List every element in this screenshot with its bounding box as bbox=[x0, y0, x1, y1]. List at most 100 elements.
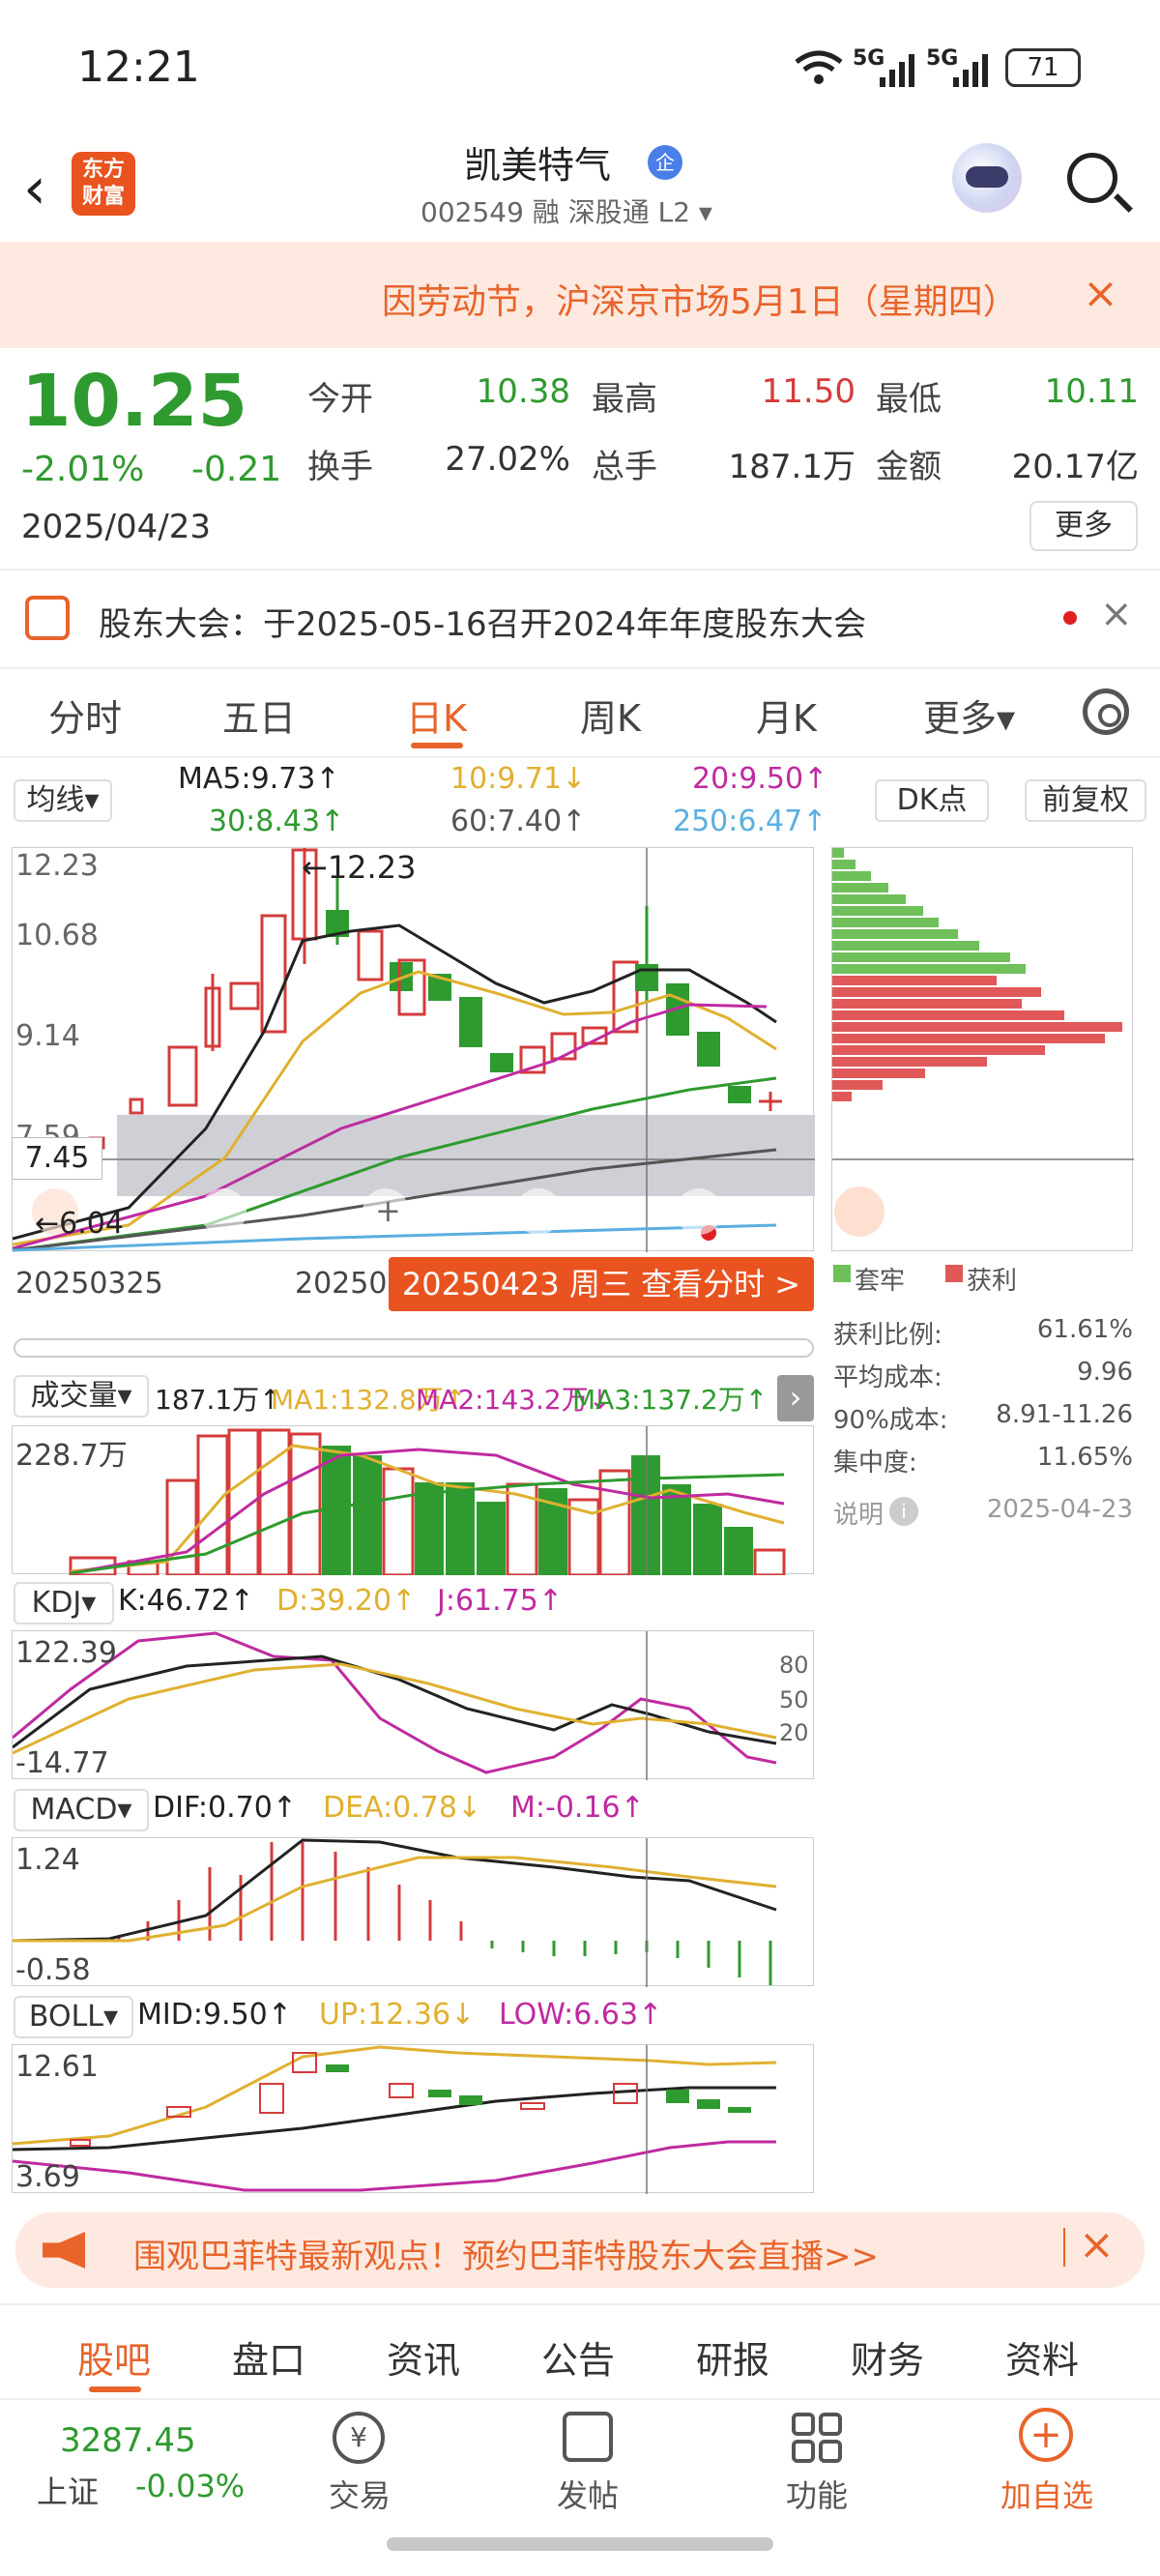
kdj-y-min: -14.77 bbox=[15, 1746, 109, 1780]
home-indicator[interactable] bbox=[387, 2537, 773, 2551]
function-icon[interactable] bbox=[791, 2412, 843, 2468]
back-button[interactable]: ‹ bbox=[23, 155, 46, 222]
add-watchlist-icon[interactable]: + bbox=[1019, 2408, 1073, 2462]
view-intraday-tooltip[interactable]: 20250423 周三 查看分时 > bbox=[389, 1257, 814, 1311]
macd-select[interactable]: MACD▾ bbox=[14, 1789, 149, 1831]
kline-y-3: 9.14 bbox=[15, 1019, 80, 1053]
date-start: 20250325 bbox=[15, 1267, 163, 1301]
kline-scrollbar[interactable] bbox=[14, 1338, 814, 1358]
scroll-right-icon[interactable] bbox=[676, 1188, 722, 1235]
tab-news[interactable]: 资讯 bbox=[387, 2330, 460, 2384]
vol-ma3-label: MA3:137.2万↑ bbox=[572, 1384, 768, 1416]
change-amount: -0.21 bbox=[191, 450, 282, 489]
chip-avg-cost-label: 平均成本: bbox=[833, 1363, 942, 1392]
chip-svg bbox=[832, 848, 1134, 1237]
function-label[interactable]: 功能 bbox=[767, 2472, 867, 2516]
ma-select[interactable]: 均线▾ bbox=[14, 779, 112, 822]
scroll-left-icon[interactable] bbox=[515, 1188, 562, 1235]
tab-five-day[interactable]: 五日 bbox=[222, 688, 296, 742]
search-icon[interactable] bbox=[1067, 153, 1117, 203]
tab-financials[interactable]: 财务 bbox=[851, 2330, 924, 2384]
plus-glyph: + bbox=[375, 1192, 401, 1229]
trade-label[interactable]: 交易 bbox=[309, 2472, 410, 2516]
turnover-value: 27.02% bbox=[445, 440, 570, 479]
notice-close-icon[interactable]: × bbox=[1083, 269, 1118, 318]
signal-icon-1 bbox=[878, 50, 916, 93]
unread-dot bbox=[1063, 611, 1077, 625]
tab-profile[interactable]: 资料 bbox=[1005, 2330, 1079, 2384]
boll-select[interactable]: BOLL▾ bbox=[14, 1996, 133, 2038]
legend-trapped-swatch bbox=[833, 1265, 851, 1282]
add-watchlist-label[interactable]: 加自选 bbox=[984, 2472, 1110, 2516]
boll-low-label: LOW:6.63↑ bbox=[499, 1998, 663, 2032]
kdj-d-label: D:39.20↑ bbox=[276, 1584, 417, 1618]
meeting-notice-text[interactable]: 股东大会：于2025-05-16召开2024年年度股东大会 bbox=[99, 598, 866, 645]
kdj-level-80: 80 bbox=[779, 1652, 809, 1679]
chip-90-cost-value: 8.91-11.26 bbox=[996, 1400, 1133, 1429]
turnover-label: 换手 bbox=[307, 448, 373, 486]
kline-chart[interactable]: + bbox=[12, 847, 815, 1252]
app-logo[interactable]: 东方 财富 bbox=[72, 152, 135, 216]
tab-more[interactable]: 更多▾ bbox=[923, 688, 1015, 742]
wifi-icon bbox=[793, 48, 845, 94]
dk-point-button[interactable]: DK点 bbox=[875, 779, 989, 822]
macd-green-bars bbox=[490, 1941, 772, 1985]
holiday-notice-text: 因劳动节，沪深京市场5月1日（星期四） bbox=[382, 282, 1018, 322]
tab-stock-forum[interactable]: 股吧 bbox=[77, 2330, 151, 2384]
macd-dif-label: DIF:0.70↑ bbox=[153, 1791, 297, 1825]
tab-weekly-k[interactable]: 周K bbox=[580, 688, 641, 742]
info-icon[interactable]: i bbox=[889, 1497, 918, 1526]
status-time: 12:21 bbox=[77, 43, 200, 92]
tab-monthly-k[interactable]: 月K bbox=[756, 688, 817, 742]
expand-icon[interactable] bbox=[834, 1186, 884, 1237]
promo-text[interactable]: 围观巴菲特最新观点！预约巴菲特股东大会直播>> bbox=[133, 2230, 879, 2277]
more-quote-button[interactable]: 更多 bbox=[1030, 501, 1138, 551]
volume-select[interactable]: 成交量▾ bbox=[14, 1375, 149, 1418]
boll-svg bbox=[12, 2045, 777, 2194]
legend-profit-swatch bbox=[945, 1265, 963, 1282]
assistant-robot-icon[interactable] bbox=[952, 143, 1022, 213]
kline-max-label: ←12.23 bbox=[302, 849, 417, 886]
post-label[interactable]: 发帖 bbox=[537, 2472, 638, 2516]
promo-close-icon[interactable]: × bbox=[1079, 2220, 1115, 2269]
index-value[interactable]: 3287.45 bbox=[60, 2421, 196, 2460]
app-logo-text: 东方 财富 bbox=[81, 158, 125, 209]
tab-daily-k[interactable]: 日K bbox=[406, 688, 467, 742]
boll-mid-label: MID:9.50↑ bbox=[137, 1998, 292, 2032]
quote-date: 2025/04/23 bbox=[21, 508, 211, 546]
chip-profit-ratio-label: 获利比例: bbox=[833, 1321, 942, 1350]
kdj-level-20: 20 bbox=[779, 1719, 809, 1746]
tab-announcements[interactable]: 公告 bbox=[541, 2330, 615, 2384]
kdj-level-50: 50 bbox=[779, 1686, 809, 1713]
legend-trapped-label: 套牢 bbox=[855, 1267, 906, 1296]
volume-svg bbox=[69, 1426, 786, 1577]
gear-icon[interactable] bbox=[1083, 688, 1129, 735]
chip-note-link[interactable]: 说明 bbox=[833, 1495, 884, 1531]
open-label: 今开 bbox=[307, 380, 373, 419]
post-icon[interactable] bbox=[563, 2412, 613, 2462]
low-value: 10.11 bbox=[1044, 372, 1139, 411]
kline-y-2: 10.68 bbox=[15, 919, 99, 952]
open-value: 10.38 bbox=[476, 372, 570, 411]
stock-code-tags[interactable]: 002549 融 深股通 L2 ▾ bbox=[420, 191, 712, 230]
divider bbox=[0, 2398, 1160, 2400]
kdj-select[interactable]: KDJ▾ bbox=[14, 1582, 114, 1625]
ma20-label: 20:9.50↑ bbox=[692, 762, 828, 796]
adjust-select[interactable]: 前复权 bbox=[1025, 779, 1146, 822]
volume-current: 187.1万↑ bbox=[155, 1384, 282, 1416]
meeting-close-icon[interactable]: × bbox=[1100, 592, 1133, 636]
tab-research[interactable]: 研报 bbox=[696, 2330, 769, 2384]
divider bbox=[0, 756, 1160, 758]
tab-order-book[interactable]: 盘口 bbox=[232, 2330, 305, 2384]
zoom-out-icon[interactable] bbox=[200, 1188, 246, 1235]
battery-indicator: 71 bbox=[1005, 48, 1081, 87]
high-label: 最高 bbox=[592, 380, 657, 419]
change-percent: -2.01% bbox=[21, 450, 145, 489]
chevron-right-icon[interactable]: › bbox=[777, 1375, 814, 1421]
chip-trapped-bars bbox=[832, 848, 1026, 974]
index-name[interactable]: 上证 bbox=[37, 2468, 99, 2512]
date-mid: 20250 bbox=[295, 1267, 388, 1301]
trade-icon[interactable]: ¥ bbox=[333, 2412, 385, 2464]
kline-svg: + bbox=[12, 848, 815, 1252]
tab-intraday[interactable]: 分时 bbox=[48, 688, 122, 742]
